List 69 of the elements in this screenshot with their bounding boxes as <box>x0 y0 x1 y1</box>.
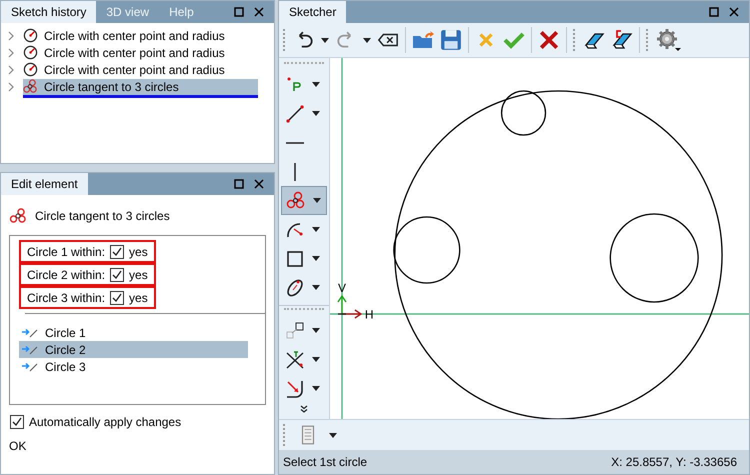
option-label: Circle 1 within: <box>27 244 106 258</box>
three-circles-icon <box>9 208 27 224</box>
ok-button[interactable]: OK <box>9 439 26 453</box>
history-item[interactable]: Circle with center point and radius <box>23 44 258 60</box>
circle-radius-icon <box>23 45 38 60</box>
eraser-icon[interactable] <box>611 29 633 51</box>
caret-icon[interactable] <box>312 357 320 362</box>
close-icon[interactable] <box>538 29 560 51</box>
history-item[interactable]: Circle tangent to 3 circles <box>23 78 258 94</box>
history-item[interactable]: Circle with center point and radius <box>23 62 258 78</box>
caret-icon[interactable] <box>313 198 321 203</box>
maximize-icon[interactable] <box>234 7 244 17</box>
option-value: yes <box>129 268 148 282</box>
intersecting-lines-icon <box>285 350 305 370</box>
option-label: Circle 3 within: <box>27 290 106 304</box>
caret-icon[interactable] <box>312 227 320 232</box>
caret-icon[interactable] <box>312 111 320 116</box>
status-message: Select 1st circle <box>283 455 368 469</box>
circle-shape[interactable] <box>610 213 699 303</box>
option-value: yes <box>129 244 148 258</box>
chevron-down-icon[interactable] <box>300 405 308 413</box>
circle-shape[interactable] <box>393 216 460 284</box>
panel-tab[interactable]: Edit element <box>1 173 88 195</box>
three-circles-icon <box>286 190 306 210</box>
three-circles-icon <box>23 79 38 94</box>
checkbox[interactable] <box>110 268 124 282</box>
caret-icon[interactable] <box>321 38 329 42</box>
vertical-line-icon <box>294 162 296 182</box>
circle-radius-icon <box>23 62 38 77</box>
squares-icon <box>285 320 305 340</box>
circle-radius-icon <box>23 28 38 43</box>
checkbox[interactable] <box>110 290 124 304</box>
element-title: Circle tangent to 3 circles <box>35 209 170 223</box>
option-value: yes <box>129 290 148 304</box>
caret-icon[interactable] <box>312 328 320 333</box>
panel-tab[interactable]: Sketcher <box>279 1 346 23</box>
caret-icon[interactable] <box>312 256 320 261</box>
close-icon[interactable] <box>254 7 264 17</box>
close-icon[interactable] <box>729 7 739 17</box>
fillet-icon <box>285 378 305 398</box>
tool-button[interactable] <box>281 186 327 215</box>
ellipse-icon <box>285 278 305 298</box>
caret-icon[interactable] <box>312 285 320 290</box>
caret-icon[interactable] <box>312 82 320 87</box>
history-item[interactable]: Circle with center point and radius <box>23 28 258 44</box>
gear-icon[interactable] <box>656 28 682 52</box>
panel-tab[interactable]: Sketch history <box>1 1 96 23</box>
close-icon[interactable] <box>254 179 264 189</box>
caret-icon[interactable] <box>329 432 337 438</box>
arrow-pick-icon <box>21 328 39 338</box>
checkbox[interactable] <box>10 415 24 429</box>
horizontal-line-icon <box>285 142 305 144</box>
checkbox[interactable] <box>110 244 124 258</box>
circle-list-item[interactable]: Circle 2 <box>19 341 248 358</box>
circle-shape[interactable] <box>500 90 546 136</box>
option-label: Circle 2 within: <box>27 268 106 282</box>
circle-list-item[interactable]: Circle 1 <box>19 324 248 341</box>
arrow-pick-icon <box>21 362 39 372</box>
maximize-icon[interactable] <box>234 179 244 189</box>
cursor-coordinates: X: 25.8557, Y: -3.33656 <box>611 455 737 469</box>
circle-list-item[interactable]: Circle 3 <box>19 358 248 375</box>
caret-icon[interactable] <box>312 386 320 391</box>
arrow-pick-icon <box>21 344 39 354</box>
line-icon <box>285 104 305 124</box>
caret-icon[interactable] <box>363 38 371 42</box>
folder-icon[interactable] <box>412 29 434 51</box>
maximize-icon[interactable] <box>709 7 719 17</box>
checkbox-label: Automatically apply changes <box>29 415 182 429</box>
rectangle-icon <box>285 248 305 268</box>
